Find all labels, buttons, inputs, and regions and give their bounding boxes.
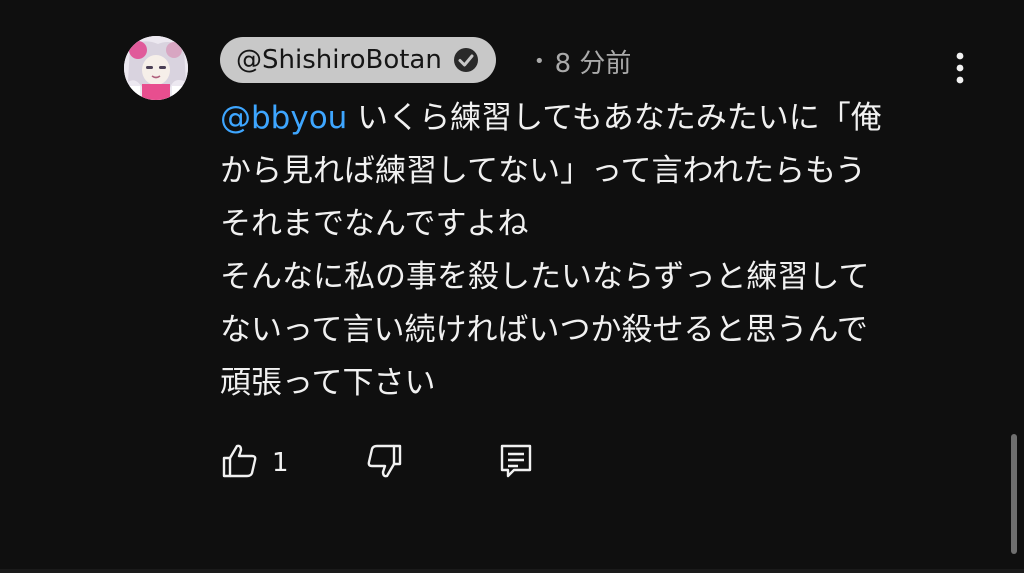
comment-thread-item: @ShishiroBotan • 8 分前 @bbyou いくら練習してもあなた… xyxy=(0,0,1024,573)
comment-line-5: ないって言い続ければいつか殺せると思うんで xyxy=(220,312,868,348)
bottom-divider xyxy=(0,569,1024,573)
scrollbar-thumb[interactable] xyxy=(1011,434,1017,554)
comment-line-1: @bbyou いくら練習してもあなたみたいに「俺 xyxy=(220,92,960,145)
comment-timestamp[interactable]: 8 分前 xyxy=(555,43,632,80)
like-button[interactable]: 1 xyxy=(220,440,289,486)
comment-line-4: そんなに私の事を殺したいならずっと練習して xyxy=(220,259,870,295)
like-count: 1 xyxy=(272,448,289,478)
comment-line-text: いくら練習してもあなたみたいに「俺 xyxy=(347,100,882,136)
dislike-button[interactable] xyxy=(364,440,404,486)
verified-check-icon xyxy=(452,46,480,74)
avatar-image xyxy=(124,36,188,100)
comment-line-2: から見れば練習してない」って言われたらもう xyxy=(220,153,867,189)
comment-meta: • 8 分前 xyxy=(534,41,631,81)
mention-link[interactable]: @bbyou xyxy=(220,100,347,136)
comment-line-3: それまでなんですよね xyxy=(220,206,529,242)
reply-button[interactable] xyxy=(496,440,536,486)
thumb-up-icon xyxy=(220,441,260,485)
thumb-down-icon xyxy=(364,441,404,485)
comment-line-6: 頑張って下さい xyxy=(220,365,436,401)
author-avatar[interactable] xyxy=(124,36,188,100)
reply-comment-icon xyxy=(496,441,536,485)
meta-separator: • xyxy=(534,50,545,72)
more-vertical-icon[interactable] xyxy=(944,48,976,88)
author-name: @ShishiroBotan xyxy=(236,45,442,75)
comment-text: @bbyou いくら練習してもあなたみたいに「俺 から見れば練習してない」って言… xyxy=(220,92,960,410)
author-name-chip[interactable]: @ShishiroBotan xyxy=(220,37,496,83)
